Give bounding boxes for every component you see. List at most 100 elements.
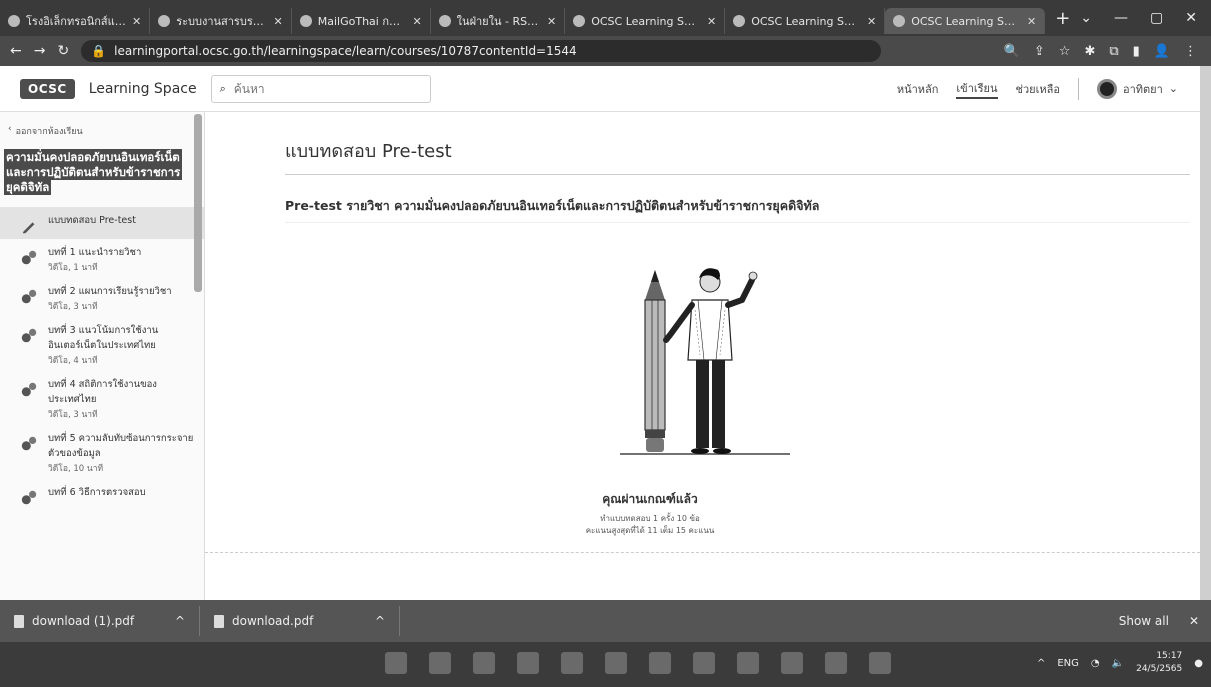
nav-help[interactable]: ช่วยเหลือ <box>1016 80 1060 98</box>
browser-tab[interactable]: MailGoThai กล่อง ✕ <box>292 8 431 34</box>
share-icon[interactable]: ⇪ <box>1034 44 1045 59</box>
chevron-left-icon: ‹ <box>8 124 12 134</box>
search-box[interactable]: ⌕ <box>210 74 431 103</box>
chevron-up-icon[interactable]: ^ <box>1037 658 1045 669</box>
search-input[interactable] <box>231 80 422 97</box>
nav-learn[interactable]: เข้าเรียน <box>956 79 998 99</box>
pdf-file-icon <box>14 614 24 628</box>
page-title: แบบทดสอบ Pre-test <box>285 141 452 162</box>
close-icon[interactable]: ✕ <box>412 15 421 28</box>
zoom-icon[interactable]: 🔍 <box>1004 44 1020 59</box>
browser-tab-bar: โรงอิเล็กทรอนิกส์และ ✕ ระบบงานสารบรรณ ✕ Ma… <box>0 0 1211 36</box>
site-header: OCSC Learning Space ⌕ หน้าหลัก เข้าเรียน… <box>0 66 1200 112</box>
lesson-item[interactable]: บทที่ 5 ความลับทับซ้อนการกระจายตัวของข้อ… <box>0 425 204 479</box>
maximize-icon[interactable]: ▢ <box>1150 10 1163 26</box>
close-icon[interactable]: ✕ <box>1189 614 1199 628</box>
lesson-meta: วิดีโอ, 4 นาที <box>48 356 98 366</box>
close-icon[interactable]: ✕ <box>274 15 283 28</box>
chrome-icon[interactable] <box>693 652 715 674</box>
lesson-item[interactable]: บทที่ 2 แผนการเรียนรู้รายวิชา วิดีโอ, 3 น… <box>0 278 204 317</box>
browser-tab[interactable]: ระบบงานสารบรรณ ✕ <box>150 8 292 34</box>
extension-icon[interactable]: ✱ <box>1084 44 1095 59</box>
user-name: อาทิตยา <box>1122 82 1163 96</box>
close-icon[interactable]: ✕ <box>547 15 556 28</box>
task-view-icon[interactable] <box>473 652 495 674</box>
more-vert-icon[interactable]: ⋮ <box>1184 44 1197 59</box>
photos-icon[interactable] <box>561 652 583 674</box>
tab-favicon-icon <box>8 15 20 27</box>
download-item[interactable]: download (1).pdf ^ <box>0 606 200 636</box>
nav-home[interactable]: หน้าหลัก <box>897 80 939 98</box>
network-app-icon[interactable] <box>825 652 847 674</box>
word-icon[interactable] <box>869 652 891 674</box>
video-lesson-icon <box>21 382 37 397</box>
lock-icon: 🔒 <box>91 44 107 58</box>
lesson-item[interactable]: บทที่ 6 วิธีการตรวจสอบ <box>0 479 204 511</box>
lesson-meta: วิดีโอ, 3 นาที <box>48 302 98 312</box>
url-bar[interactable]: 🔒 learningportal.ocsc.go.th/learningspac… <box>81 40 882 62</box>
lesson-item[interactable]: บทที่ 1 แนะนำรายวิชา วิดีโอ, 1 นาที <box>0 239 204 278</box>
video-lesson-icon <box>21 328 37 343</box>
divider <box>285 222 1190 223</box>
browser-tab[interactable]: ในฝ่ายใน - RSPD ✕ <box>431 8 566 34</box>
language-indicator[interactable]: ENG <box>1057 658 1079 669</box>
course-title: ความมั่นคงปลอดภัยบนอินเทอร์เน็ตและการปฏิ… <box>4 149 194 195</box>
video-lesson-icon <box>21 250 37 265</box>
close-icon[interactable]: ✕ <box>1027 15 1036 28</box>
windows-start-icon[interactable] <box>385 652 407 674</box>
browser-tab[interactable]: โรงอิเล็กทรอนิกส์และ ✕ <box>0 8 151 34</box>
back-arrow-icon[interactable]: ← <box>10 43 22 59</box>
reload-icon[interactable]: ↻ <box>57 43 69 59</box>
page-scrollbar[interactable] <box>1200 66 1211 600</box>
main-content: แบบทดสอบ Pre-test Pre-test รายวิชา ความม… <box>205 112 1200 600</box>
avatar <box>1096 78 1117 99</box>
ocsc-logo[interactable]: OCSC <box>20 78 75 99</box>
top-nav: หน้าหลัก เข้าเรียน ช่วยเหลือ อาทิตยา ⌄ <box>897 77 1200 100</box>
sidebar-scrollbar[interactable] <box>194 114 202 292</box>
back-to-classroom-link[interactable]: ‹ ออกจากห้องเรียน <box>0 112 204 138</box>
tab-favicon-icon <box>299 15 312 27</box>
new-tab-button[interactable]: + <box>1045 8 1080 29</box>
notification-icon[interactable]: ● <box>1194 658 1203 669</box>
minimize-icon[interactable]: — <box>1114 10 1128 26</box>
close-icon[interactable]: ✕ <box>1185 10 1197 26</box>
close-icon[interactable]: ✕ <box>132 15 141 28</box>
browser-tab[interactable]: OCSC Learning Space ✕ <box>565 8 726 34</box>
sidepanel-icon[interactable]: ▮ <box>1133 44 1140 59</box>
tab-title: OCSC Learning Space <box>911 14 1021 28</box>
line-icon[interactable] <box>781 652 803 674</box>
chevron-up-icon[interactable]: ^ <box>175 614 185 628</box>
wifi-icon[interactable]: ◔ <box>1091 658 1100 669</box>
user-menu[interactable]: อาทิตยา ⌄ <box>1096 78 1178 99</box>
lesson-title: บทที่ 1 แนะนำรายวิชา <box>48 247 142 258</box>
tab-favicon-icon <box>893 15 906 27</box>
show-all-button[interactable]: Show all <box>1119 614 1169 628</box>
tab-title: OCSC Learning Space <box>751 14 861 28</box>
window-controls: ⌄ — ▢ ✕ <box>1080 10 1211 26</box>
puzzle-icon[interactable]: ⧉ <box>1109 44 1118 59</box>
back-label: ออกจากห้องเรียน <box>15 127 83 137</box>
browser-tab[interactable]: OCSC Learning Space ✕ <box>725 8 886 34</box>
mail-icon[interactable] <box>605 652 627 674</box>
edge-icon[interactable] <box>517 652 539 674</box>
close-icon[interactable]: ✕ <box>867 15 876 28</box>
lesson-item[interactable]: แบบทดสอบ Pre-test <box>0 207 204 239</box>
forward-arrow-icon[interactable]: → <box>34 43 46 59</box>
dropbox-icon[interactable] <box>649 652 671 674</box>
download-item[interactable]: download.pdf ^ <box>200 606 400 636</box>
download-bar: download (1).pdf ^ download.pdf ^ Show a… <box>0 600 1211 642</box>
clock[interactable]: 15:17 24/5/2565 <box>1136 650 1182 676</box>
lesson-item[interactable]: บทที่ 3 แนวโน้มการใช้งานอินเตอร์เน็ตในปร… <box>0 317 204 371</box>
close-icon[interactable]: ✕ <box>707 15 716 28</box>
browser-tab-active[interactable]: OCSC Learning Space ✕ <box>885 8 1046 34</box>
chevron-down-icon[interactable]: ⌄ <box>1080 10 1092 26</box>
app-icon[interactable] <box>737 652 759 674</box>
lesson-item[interactable]: บทที่ 4 สถิติการใช้งานของประเทศไทย วิดีโอ… <box>0 371 204 425</box>
search-icon[interactable] <box>429 652 451 674</box>
profile-icon[interactable]: 👤 <box>1154 44 1170 59</box>
volume-icon[interactable]: 🔈 <box>1112 658 1124 669</box>
chevron-up-icon[interactable]: ^ <box>375 614 385 628</box>
search-icon: ⌕ <box>219 81 226 95</box>
tab-favicon-icon <box>573 15 586 27</box>
star-icon[interactable]: ☆ <box>1059 44 1071 59</box>
